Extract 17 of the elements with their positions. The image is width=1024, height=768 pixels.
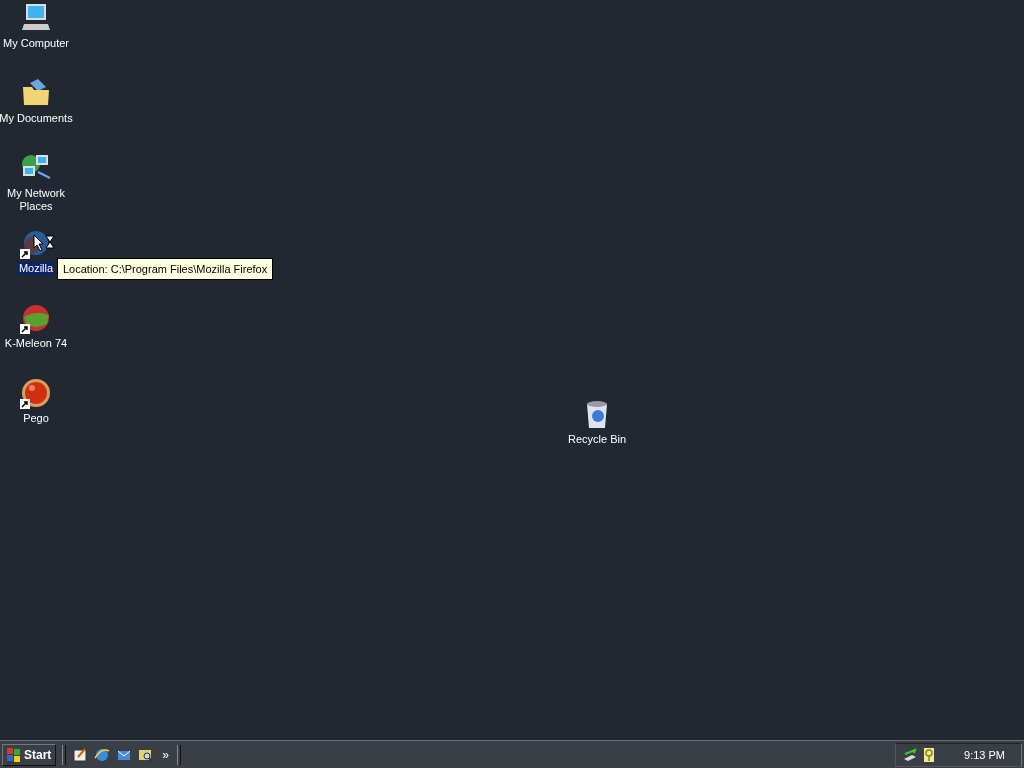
icon-label: My Network Places [5,187,67,213]
icon-label: K-Meleon 74 [3,337,69,350]
notepad-icon[interactable] [72,746,89,763]
windows-flag-icon [7,747,21,762]
start-button[interactable]: Start [2,743,57,766]
browser-e-icon[interactable] [94,746,111,763]
busy-cursor-icon [33,234,55,252]
icon-label: Mozilla [17,262,55,275]
orb-icon[interactable] [20,377,52,409]
icon-label: My Documents [0,112,74,125]
more-button[interactable]: » [160,747,172,762]
tooltip: Location: C:\Program Files\Mozilla Firefox [57,258,274,280]
icon-label: My Computer [2,37,70,50]
network-icon[interactable] [902,746,919,763]
icon-label: Pego [22,412,50,425]
icon-label: Recycle Bin [566,433,628,446]
clock: 9:13 PM [964,748,1005,761]
